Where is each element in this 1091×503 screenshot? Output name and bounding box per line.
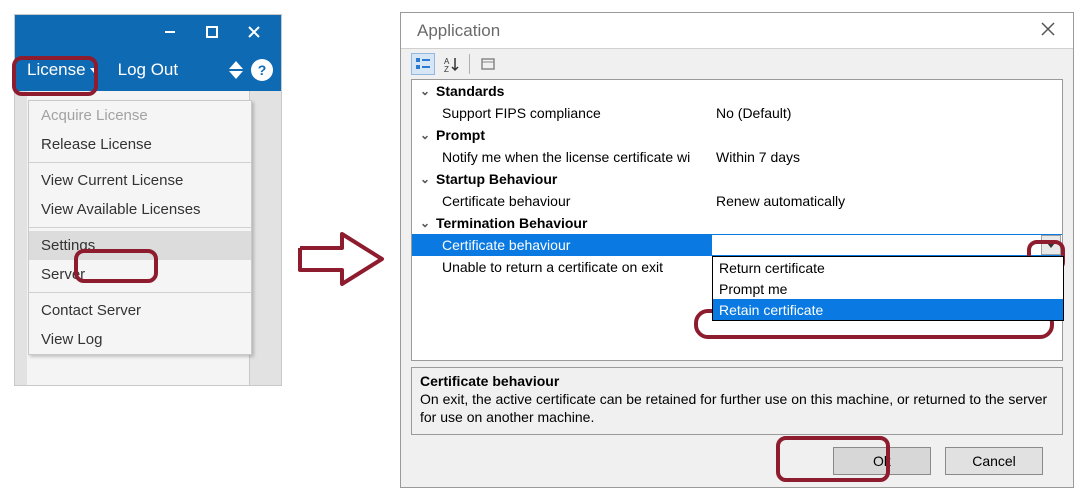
license-menu-label: License	[27, 60, 86, 80]
minimize-button[interactable]	[149, 15, 191, 49]
sort-toggle-button[interactable]	[229, 61, 243, 79]
menu-item-settings[interactable]: Settings	[29, 231, 251, 260]
menu-item-release-license[interactable]: Release License	[29, 130, 251, 159]
arrow-icon	[296, 230, 386, 288]
close-dialog-button[interactable]	[1033, 17, 1063, 44]
titlebar	[15, 15, 281, 49]
separator	[29, 292, 251, 293]
cancel-button[interactable]: Cancel	[945, 447, 1043, 475]
category-standards[interactable]: ⌄ Standards	[412, 80, 1062, 102]
triangle-down-icon	[229, 71, 243, 79]
collapse-icon: ⌄	[418, 84, 432, 98]
logout-menu-label: Log Out	[118, 60, 179, 79]
category-prompt[interactable]: ⌄ Prompt	[412, 124, 1062, 146]
ok-button[interactable]: Ok	[833, 447, 931, 475]
value-dropdown-button[interactable]	[1041, 235, 1061, 255]
prop-value: No (Default)	[712, 105, 1062, 121]
triangle-up-icon	[229, 61, 243, 69]
menu-item-view-current-license[interactable]: View Current License	[29, 166, 251, 195]
collapse-icon: ⌄	[418, 172, 432, 186]
option-prompt-me[interactable]: Prompt me	[713, 278, 1063, 299]
category-label: Termination Behaviour	[436, 215, 587, 231]
description-title: Certificate behaviour	[420, 372, 1054, 390]
category-termination[interactable]: ⌄ Termination Behaviour	[412, 212, 1062, 234]
chevron-down-icon	[1047, 243, 1055, 248]
dialog-titlebar: Application	[401, 13, 1073, 49]
menu-item-view-available-licenses[interactable]: View Available Licenses	[29, 195, 251, 224]
menu-item-view-log[interactable]: View Log	[29, 325, 251, 354]
menu-item-acquire-license[interactable]: Acquire License	[29, 101, 251, 130]
category-label: Startup Behaviour	[436, 171, 557, 187]
prop-fips[interactable]: Support FIPS compliance No (Default)	[412, 102, 1062, 124]
separator	[29, 227, 251, 228]
property-grid: ⌄ Standards Support FIPS compliance No (…	[411, 79, 1063, 361]
categorized-view-button[interactable]	[411, 53, 435, 75]
description-panel: Certificate behaviour On exit, the activ…	[411, 367, 1063, 435]
prop-label: Notify me when the license certificate w…	[412, 149, 712, 165]
dialog-toolbar: A Z	[401, 49, 1073, 79]
menubar: License Log Out ?	[15, 49, 281, 91]
category-label: Prompt	[436, 127, 485, 143]
menu-item-contact-server[interactable]: Contact Server	[29, 296, 251, 325]
prop-label: Certificate behaviour	[412, 193, 712, 209]
license-menu[interactable]: License	[21, 56, 108, 84]
prop-notify[interactable]: Notify me when the license certificate w…	[412, 146, 1062, 168]
prop-label: Unable to return a certificate on exit	[412, 259, 712, 275]
help-button[interactable]: ?	[251, 59, 273, 81]
prop-label: Support FIPS compliance	[412, 105, 712, 121]
dialog-title: Application	[417, 21, 500, 41]
description-body: On exit, the active certificate can be r…	[420, 390, 1054, 426]
prop-termination-cert[interactable]: Certificate behaviour	[412, 234, 1062, 256]
prop-label: Certificate behaviour	[412, 237, 712, 253]
close-window-button[interactable]	[233, 15, 275, 49]
prop-value: Renew automatically	[712, 193, 1062, 209]
license-dropdown: Acquire License Release License View Cur…	[28, 100, 252, 355]
prop-value: Within 7 days	[712, 149, 1062, 165]
option-return-certificate[interactable]: Return certificate	[713, 257, 1063, 278]
prop-startup-cert[interactable]: Certificate behaviour Renew automaticall…	[412, 190, 1062, 212]
alphabetical-view-button[interactable]: A Z	[439, 53, 463, 75]
dialog-button-bar: Ok Cancel	[401, 441, 1073, 487]
category-startup[interactable]: ⌄ Startup Behaviour	[412, 168, 1062, 190]
maximize-button[interactable]	[191, 15, 233, 49]
category-label: Standards	[436, 83, 504, 99]
logout-menu[interactable]: Log Out	[118, 60, 179, 80]
option-retain-certificate[interactable]: Retain certificate	[713, 299, 1063, 320]
svg-text:Z: Z	[444, 65, 449, 72]
collapse-icon: ⌄	[418, 216, 432, 230]
menu-item-server[interactable]: Server	[29, 260, 251, 289]
application-dialog: Application A Z ⌄	[400, 12, 1074, 488]
chevron-down-icon	[90, 68, 98, 73]
property-pages-button[interactable]	[476, 53, 500, 75]
collapse-icon: ⌄	[418, 128, 432, 142]
separator	[29, 162, 251, 163]
value-options-popup: Return certificate Prompt me Retain cert…	[712, 256, 1064, 321]
